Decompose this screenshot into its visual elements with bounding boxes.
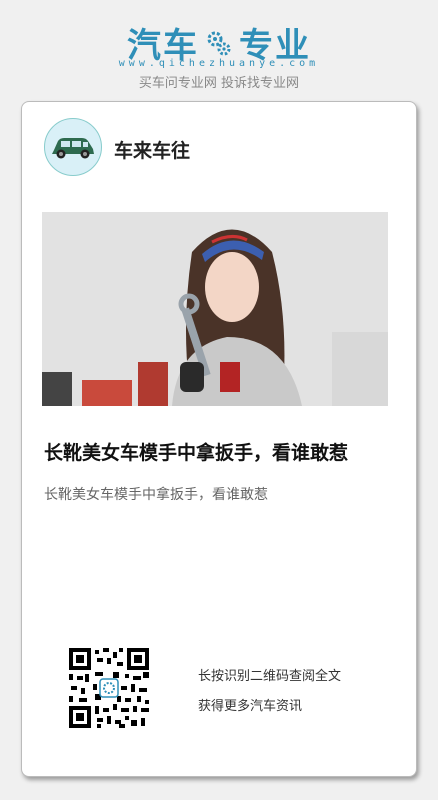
article-title[interactable]: 长靴美女车模手中拿扳手，看谁敢惹 [44,438,404,465]
photo-illustration [42,212,388,406]
site-domain: www.qichezhuanye.com [118,58,320,69]
qr-code[interactable] [69,648,149,728]
gear-icon [207,31,231,55]
site-slogan: 买车问专业网 投诉找专业网 [138,76,300,91]
qr-caption-line1: 长按识别二维码查阅全文 [198,669,342,684]
qr-caption: 长按识别二维码查阅全文 获得更多汽车资讯 [198,662,341,722]
qr-caption-line2: 获得更多汽车资讯 [198,699,303,714]
site-header: 汽车 专业 www.qichezhuanye.com 买车问专业网 投诉找专业网 [0,0,438,100]
author-name[interactable]: 车来车往 [114,136,190,163]
avatar[interactable] [44,118,102,176]
car-icon [52,138,94,159]
share-card: 车来车往 长靴美女车模手中拿扳手，看谁敢惹 长靴美女车模手中拿扳手，看谁敢惹 长… [21,101,417,777]
article-description: 长靴美女车模手中拿扳手，看谁敢惹 [44,487,268,503]
article-photo[interactable] [42,212,388,406]
